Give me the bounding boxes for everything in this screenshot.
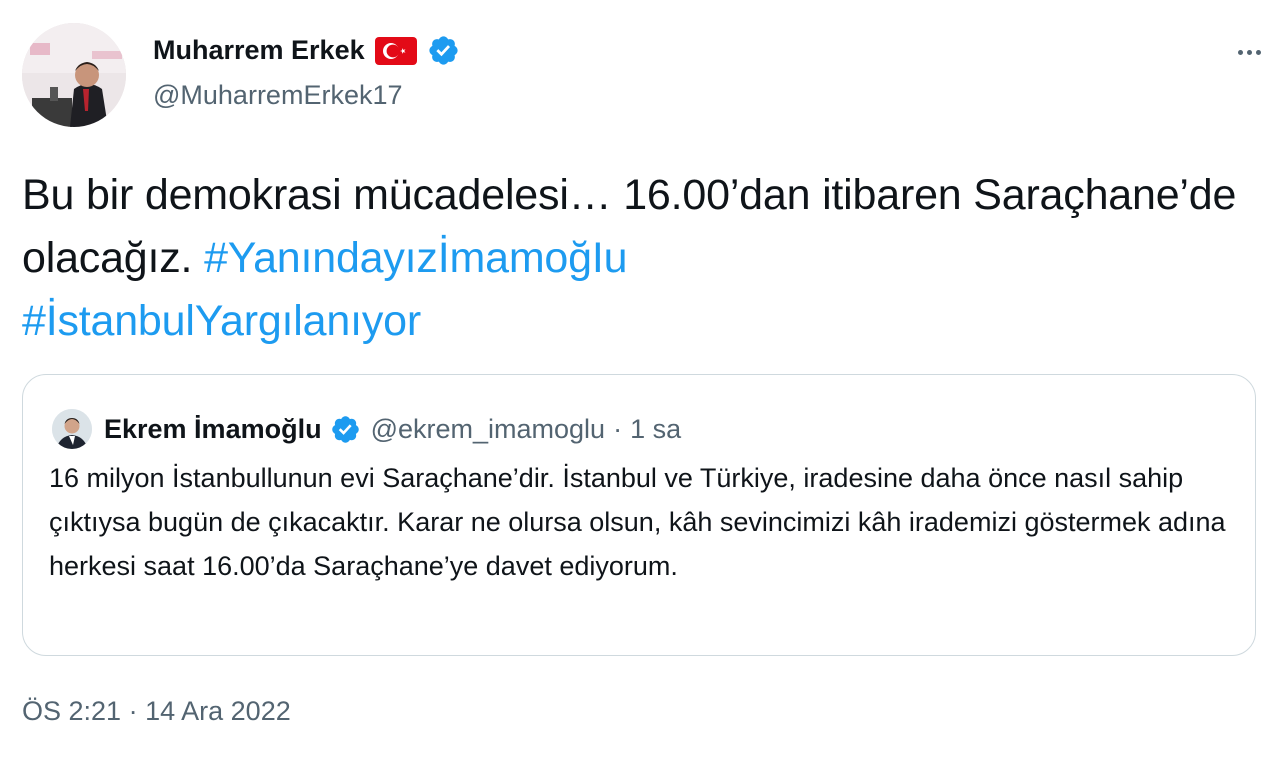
- author-handle[interactable]: @MuharremErkek17: [153, 80, 403, 111]
- author-name[interactable]: Muharrem Erkek: [153, 35, 365, 66]
- separator-dot: ·: [613, 413, 623, 444]
- author-name-row: Muharrem Erkek: [153, 34, 460, 67]
- turkey-flag-icon: [374, 36, 417, 65]
- hashtag-link[interactable]: #İstanbulYargılanıyor: [22, 297, 421, 345]
- verified-badge-icon: [331, 415, 359, 443]
- tweet-time: ÖS 2:21: [22, 696, 122, 726]
- quoted-tweet-header: Ekrem İmamoğlu @ekrem_imamoglu · 1 sa: [52, 409, 681, 449]
- more-horizontal-icon: [1255, 49, 1261, 55]
- quoted-tweet-card[interactable]: Ekrem İmamoğlu @ekrem_imamoglu · 1 sa 16…: [22, 374, 1256, 656]
- quoted-author-avatar[interactable]: [52, 409, 92, 449]
- tweet-date: 14 Ara 2022: [145, 696, 291, 726]
- hashtag-link[interactable]: #YanındayızİmamoğIu: [204, 234, 627, 282]
- separator-dot: ·: [128, 696, 138, 726]
- quoted-author-avatar-image: [52, 409, 92, 449]
- quoted-author-handle[interactable]: @ekrem_imamoglu: [371, 414, 605, 445]
- author-avatar-image: [22, 23, 126, 127]
- quoted-tweet-text: 16 milyon İstanbullunun evi Saraçhane’di…: [49, 463, 1226, 581]
- author-avatar[interactable]: [22, 23, 126, 127]
- verified-badge-icon: [429, 36, 458, 65]
- tweet-timestamp[interactable]: ÖS 2:21 · 14 Ara 2022: [22, 696, 291, 727]
- more-options-button[interactable]: [1229, 38, 1269, 66]
- more-horizontal-icon: [1237, 49, 1243, 55]
- tweet-text: Bu bir demokrasi mücadelesi… 16.00’dan i…: [22, 164, 1262, 353]
- more-horizontal-icon: [1246, 49, 1252, 55]
- quoted-author-name[interactable]: Ekrem İmamoğlu: [104, 414, 322, 445]
- quoted-tweet-time[interactable]: 1 sa: [630, 414, 681, 445]
